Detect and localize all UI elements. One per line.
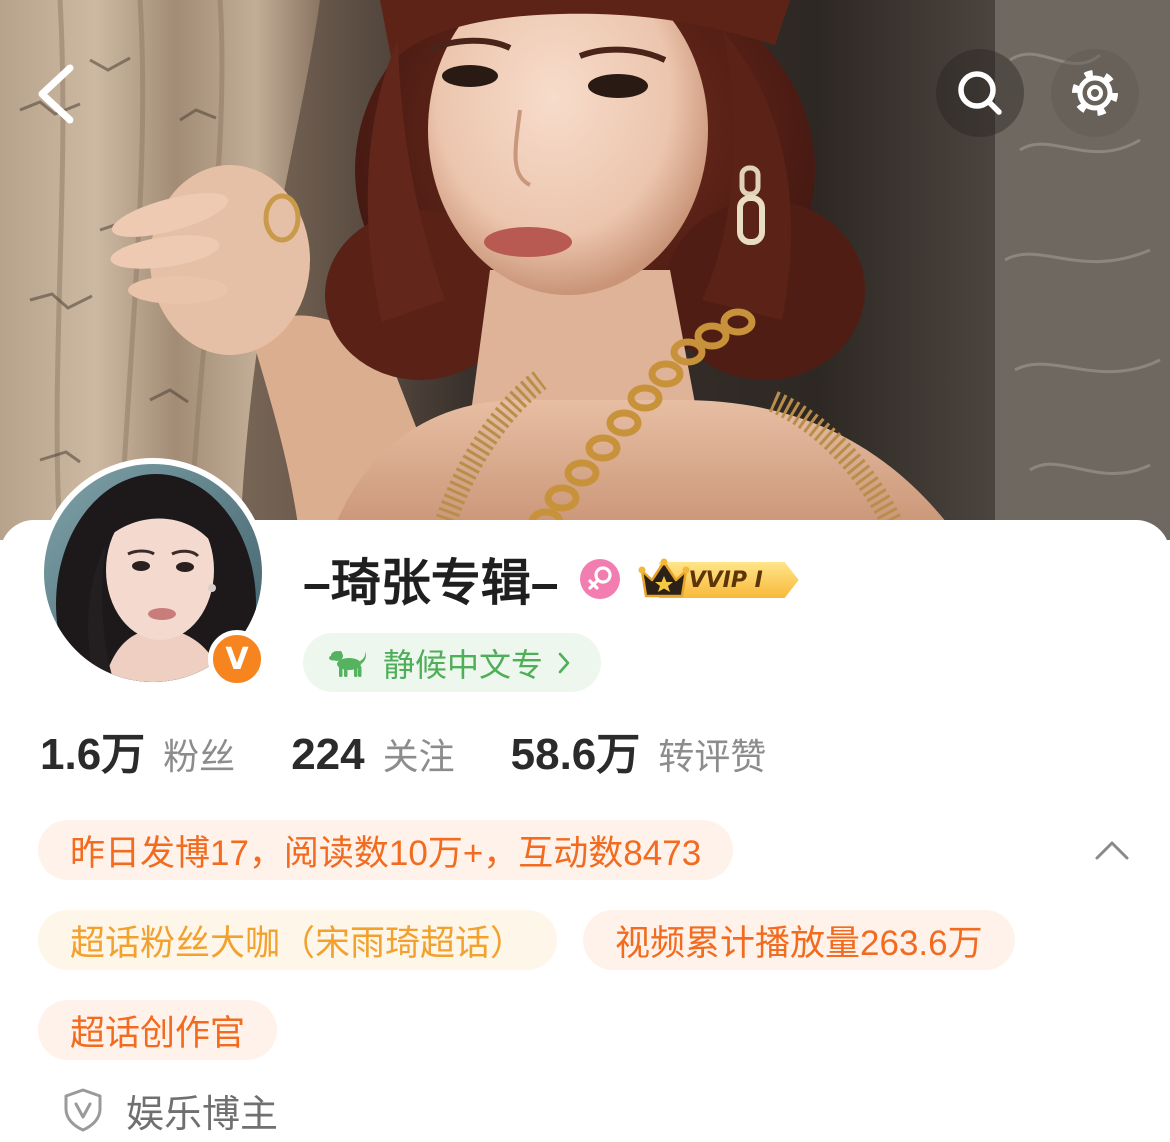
verified-badge: V	[208, 630, 266, 688]
crown-icon	[638, 558, 690, 598]
stat-label: 关注	[382, 736, 455, 777]
stat-following[interactable]: 224 关注	[291, 733, 510, 777]
cover-eye-right	[588, 74, 648, 98]
cover-lips	[484, 227, 572, 257]
stat-label: 粉丝	[163, 736, 236, 777]
fan-group-pill[interactable]: 静候中文专	[303, 633, 602, 692]
summary-pill[interactable]: 昨日发博17，阅读数10万+，互动数8473	[38, 820, 734, 880]
username: –琦张专辑–	[303, 555, 559, 611]
back-button[interactable]	[28, 60, 84, 128]
cover-eye-left	[442, 65, 498, 87]
tag-super-topic-creator[interactable]: 超话创作官	[38, 1000, 278, 1060]
stat-value: 224	[291, 730, 365, 779]
fan-group-label: 静候中文专	[383, 646, 544, 683]
chevron-left-icon	[38, 64, 74, 124]
cover-finger	[128, 276, 228, 304]
search-button[interactable]	[936, 49, 1024, 137]
stat-interactions[interactable]: 58.6万 转评赞	[511, 733, 823, 777]
category-label: 娱乐博主	[126, 1093, 279, 1136]
verified-badge-text: V	[225, 641, 249, 677]
dog-icon	[329, 650, 366, 677]
vip-level-text: VVIP I	[688, 567, 763, 593]
stats-row: 1.6万 粉丝 224 关注 58.6万 转评赞	[40, 733, 822, 789]
username-row: –琦张专辑– VVIP I	[303, 548, 801, 611]
avatar-earring	[208, 584, 216, 592]
stat-label: 转评赞	[658, 736, 767, 777]
tag-video-plays[interactable]: 视频累计播放量263.6万	[583, 910, 1015, 970]
avatar-eye-right	[176, 562, 194, 572]
stat-value: 58.6万	[510, 730, 641, 779]
shield-v-icon	[64, 1088, 102, 1132]
summary-row: 昨日发博17，阅读数10万+，互动数8473	[38, 820, 1132, 880]
vip-badge[interactable]: VVIP I	[637, 556, 801, 602]
tag-super-topic-fan[interactable]: 超话粉丝大咖（宋雨琦超话）	[38, 910, 558, 970]
badge-tags: 超话粉丝大咖（宋雨琦超话） 视频累计播放量263.6万 超话创作官	[38, 910, 1132, 1060]
chevron-right-icon	[558, 652, 570, 673]
stat-value: 1.6万	[40, 730, 146, 779]
settings-button[interactable]	[1051, 49, 1139, 137]
avatar-lips	[148, 608, 176, 620]
avatar-eye-left	[132, 561, 150, 571]
stat-followers[interactable]: 1.6万 粉丝	[40, 733, 291, 777]
gear-icon	[1072, 70, 1118, 116]
category-row[interactable]: 娱乐博主	[62, 1086, 278, 1136]
female-icon	[579, 559, 620, 599]
search-icon	[958, 71, 1002, 115]
chevron-up-icon[interactable]	[1094, 839, 1130, 861]
